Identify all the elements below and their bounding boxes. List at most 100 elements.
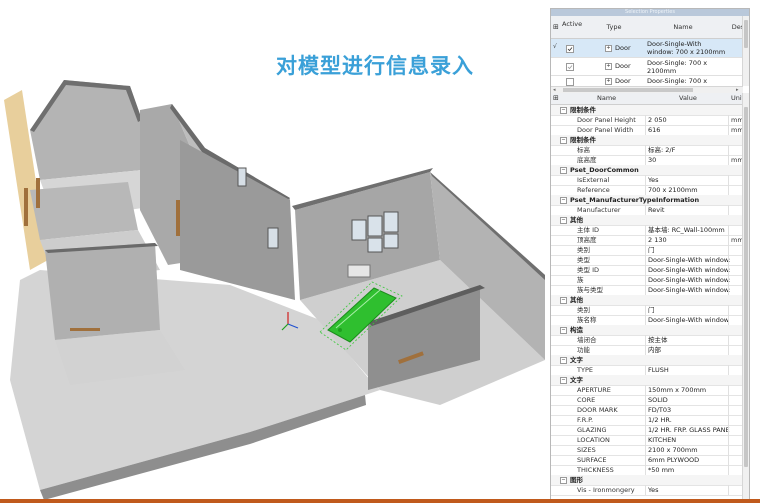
column-divider bbox=[728, 125, 729, 135]
column-divider bbox=[645, 425, 646, 435]
property-value[interactable]: Door-Single-With window bbox=[648, 315, 730, 325]
property-value[interactable]: FLUSH bbox=[648, 365, 730, 375]
column-divider bbox=[645, 225, 646, 235]
selection-row[interactable]: + Door Door-Single: 700 x 2100mm bbox=[551, 58, 743, 76]
selection-scroll-thumb[interactable] bbox=[744, 20, 748, 48]
property-table-body[interactable]: − 限制条件 Door Panel Height 2 050 mm Door Panel … bbox=[551, 105, 743, 499]
property-value[interactable]: Door-Single-With window: ... bbox=[648, 255, 730, 265]
collapse-icon[interactable]: − bbox=[560, 327, 567, 334]
property-value[interactable]: SOLID bbox=[648, 395, 730, 405]
expand-icon[interactable]: + bbox=[605, 78, 612, 85]
property-value[interactable]: 30 bbox=[648, 155, 730, 165]
property-name: Reference bbox=[577, 186, 610, 194]
selection-horizontal-scrollbar[interactable]: ◂ ▸ bbox=[551, 86, 743, 93]
column-active[interactable]: Active bbox=[562, 20, 582, 28]
column-divider bbox=[728, 185, 729, 195]
column-divider bbox=[728, 435, 729, 445]
grid-icon[interactable]: ⊞ bbox=[553, 16, 559, 38]
property-value[interactable]: 1/2 HR. bbox=[648, 415, 730, 425]
property-value[interactable]: 2 130 bbox=[648, 235, 730, 245]
active-checkbox[interactable] bbox=[566, 45, 574, 53]
property-value[interactable]: 6mm PLYWOOD bbox=[648, 455, 730, 465]
property-value[interactable]: 616 bbox=[648, 125, 730, 135]
room-a-walls bbox=[30, 80, 142, 180]
active-checkbox[interactable] bbox=[566, 78, 574, 86]
property-value[interactable]: 门 bbox=[648, 305, 730, 315]
property-value[interactable]: KITCHEN bbox=[648, 435, 730, 445]
expand-icon[interactable]: + bbox=[605, 63, 612, 70]
property-value[interactable]: 按主体 bbox=[648, 335, 730, 345]
property-value[interactable]: 2 050 bbox=[648, 115, 730, 125]
column-divider bbox=[645, 365, 646, 375]
property-value[interactable]: 150mm x 700mm bbox=[648, 385, 730, 395]
room-b-walls bbox=[30, 182, 138, 240]
selection-properties-panel[interactable]: Selection Properties ⊞ Active Type Name … bbox=[550, 8, 750, 500]
property-value[interactable]: Door-Single-With window: ... bbox=[648, 275, 730, 285]
collapse-icon[interactable]: − bbox=[560, 197, 567, 204]
panel-title: Selection Properties bbox=[625, 9, 675, 15]
active-checkbox[interactable] bbox=[566, 63, 574, 71]
column-divider bbox=[728, 145, 729, 155]
selection-scrollbar[interactable] bbox=[742, 16, 749, 86]
window-corridor bbox=[267, 227, 279, 249]
door-left-a bbox=[24, 188, 28, 226]
model-viewport[interactable] bbox=[0, 60, 556, 500]
collapse-icon[interactable]: − bbox=[560, 377, 567, 384]
property-value[interactable]: Yes bbox=[648, 175, 730, 185]
property-name: CORE bbox=[577, 396, 596, 404]
property-name: 族名称 bbox=[577, 316, 597, 324]
property-value[interactable]: 基本墙: RC_Wall-100mm bbox=[648, 225, 730, 235]
collapse-icon[interactable]: − bbox=[560, 167, 567, 174]
column-divider bbox=[645, 235, 646, 245]
column-divider bbox=[645, 125, 646, 135]
property-group-name: Pset_DoorCommon bbox=[570, 166, 639, 174]
column-divider bbox=[645, 395, 646, 405]
property-name: SIZES bbox=[577, 446, 596, 454]
grid-icon[interactable]: ⊞ bbox=[553, 93, 559, 104]
property-scrollbar[interactable] bbox=[742, 93, 749, 499]
column-divider bbox=[728, 385, 729, 395]
property-value[interactable]: Door-Single-With window: ... bbox=[648, 265, 730, 275]
column-divider bbox=[728, 205, 729, 215]
property-value[interactable]: Revit bbox=[648, 205, 730, 215]
horizontal-scroll-thumb[interactable] bbox=[563, 88, 693, 92]
property-value[interactable]: 门 bbox=[648, 245, 730, 255]
column-property-name[interactable]: Name bbox=[597, 93, 616, 104]
corridor-wall bbox=[180, 140, 295, 300]
property-value[interactable]: 700 x 2100mm bbox=[648, 185, 730, 195]
column-divider bbox=[728, 255, 729, 265]
column-type[interactable]: Type bbox=[599, 16, 629, 38]
property-value[interactable]: *50 mm bbox=[648, 465, 730, 475]
column-name[interactable]: Name bbox=[654, 16, 712, 38]
collapse-icon[interactable]: − bbox=[560, 107, 567, 114]
property-value[interactable]: Door-Single-With window: ... bbox=[648, 285, 730, 295]
property-value[interactable]: 1/2 HR. FRP. GLASS PANEL bbox=[648, 425, 730, 435]
column-divider bbox=[728, 405, 729, 415]
selection-row[interactable]: √ + Door Door-Single-With window: 700 x … bbox=[551, 39, 743, 58]
expand-icon[interactable]: + bbox=[605, 45, 612, 52]
collapse-icon[interactable]: − bbox=[560, 357, 567, 364]
property-name: 类型 ID bbox=[577, 266, 599, 274]
column-divider bbox=[728, 335, 729, 345]
selection-type: Door bbox=[615, 77, 631, 85]
property-value[interactable]: 2100 x 700mm bbox=[648, 445, 730, 455]
column-property-value[interactable]: Value bbox=[679, 93, 697, 104]
property-name: 族与类型 bbox=[577, 286, 603, 294]
column-divider bbox=[645, 385, 646, 395]
collapse-icon[interactable]: − bbox=[560, 477, 567, 484]
collapse-icon[interactable]: − bbox=[560, 137, 567, 144]
property-group-name: 其他 bbox=[570, 296, 583, 304]
property-name: 类别 bbox=[577, 306, 590, 314]
property-value[interactable]: 标高: 2/F bbox=[648, 145, 730, 155]
collapse-icon[interactable]: − bbox=[560, 217, 567, 224]
property-row[interactable]: Vis - Ironmongery Yes bbox=[551, 485, 743, 496]
collapse-icon[interactable]: − bbox=[560, 297, 567, 304]
selection-name: Door-Single: 700 x bbox=[647, 77, 708, 85]
property-scroll-thumb[interactable] bbox=[744, 107, 748, 467]
property-value[interactable]: Yes bbox=[648, 485, 730, 495]
property-value[interactable]: FD/T03 bbox=[648, 405, 730, 415]
property-group-name: 图形 bbox=[570, 476, 583, 484]
property-table-header: ⊞ Name Value Unit bbox=[551, 93, 744, 105]
property-value[interactable]: 内部 bbox=[648, 345, 730, 355]
column-divider bbox=[645, 175, 646, 185]
